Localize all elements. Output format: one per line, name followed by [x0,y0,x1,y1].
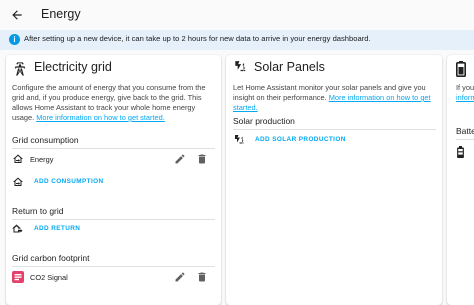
top-bar: Energy [0,0,474,30]
home-import-icon [12,153,24,165]
solar-power-icon [233,134,245,146]
transmission-tower-icon [12,60,28,78]
card-title: Electricity grid [34,60,112,74]
solar-power-icon [233,60,247,74]
grid-consumption-heading: Grid consumption [12,135,79,145]
add-consumption-button[interactable]: ADD CONSUMPTION [34,178,104,185]
divider [12,148,215,149]
divider [233,129,436,130]
card-description: Configure the amount of energy that you … [12,83,212,123]
banner-text: After setting up a new device, it can ta… [24,34,371,43]
info-icon: i [9,34,20,45]
home-import-icon [12,176,24,188]
list-item: CO2 Signal [12,268,215,286]
info-banner: i After setting up a new device, it can … [0,30,474,50]
add-consumption-row: ADD CONSUMPTION [12,173,215,191]
battery-heading: Batte [456,126,474,136]
solar-panels-card: Solar Panels Let Home Assistant monitor … [226,55,442,305]
page-title: Energy [41,7,81,21]
delete-icon[interactable] [196,153,208,165]
add-return-button[interactable]: ADD RETURN [34,225,80,232]
add-return-row: ADD RETURN [12,220,215,238]
more-info-link[interactable]: More information on how to get started. [36,113,165,122]
carbon-item-label: CO2 Signal [30,273,68,282]
more-info-link[interactable]: inform [456,93,474,102]
card-description: If you inform [456,83,474,103]
home-export-icon [12,223,24,235]
pencil-icon[interactable] [174,153,186,165]
co2-signal-icon [12,271,24,283]
battery-card: If you inform Batte [447,55,474,305]
add-solar-row: ADD SOLAR PRODUCTION [233,131,436,149]
divider [12,266,215,267]
divider [456,139,474,140]
battery-icon [456,146,468,158]
add-solar-production-button[interactable]: ADD SOLAR PRODUCTION [255,136,346,143]
card-description: Let Home Assistant monitor your solar pa… [233,83,436,113]
solar-production-heading: Solar production [233,116,295,126]
grid-carbon-heading: Grid carbon footprint [12,253,90,263]
pencil-icon[interactable] [174,271,186,283]
delete-icon[interactable] [196,271,208,283]
card-title: Solar Panels [254,60,325,74]
consumption-item-label: Energy [30,155,54,164]
battery-icon [456,61,466,77]
list-item: Energy [12,150,215,168]
description-text: If you [456,83,474,92]
return-to-grid-heading: Return to grid [12,206,64,216]
electricity-grid-card: Electricity grid Configure the amount of… [6,55,221,305]
arrow-left-icon[interactable] [9,7,25,23]
